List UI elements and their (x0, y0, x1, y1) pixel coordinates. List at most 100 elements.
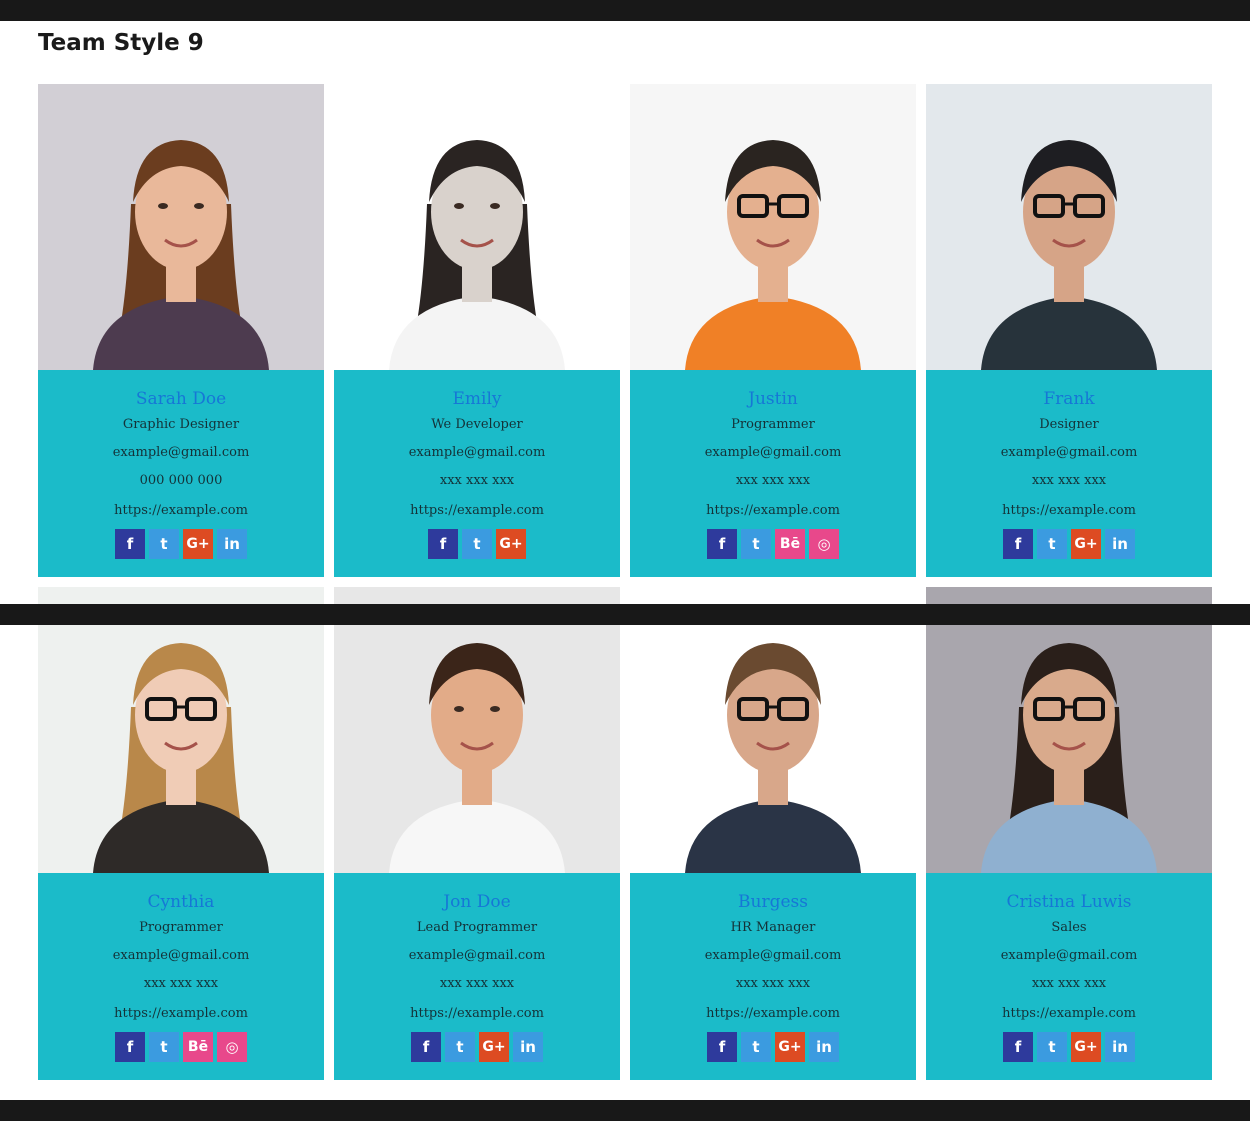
member-photo (630, 84, 916, 370)
linkedin-icon[interactable]: in (809, 1032, 839, 1062)
social-links: f t G+ in (38, 529, 324, 559)
team-member-card: Justin Programmer example@gmail.com xxx xxx… (630, 84, 916, 577)
social-links: f t G+ in (334, 1032, 620, 1062)
dribbble-icon[interactable]: ◎ (809, 529, 839, 559)
twitter-icon[interactable]: t (462, 529, 492, 559)
member-info: Frank Designer example@gmail.com xxx xxx xx… (926, 370, 1212, 559)
member-email: example@gmail.com (1000, 445, 1138, 460)
member-role: Programmer (731, 417, 815, 432)
member-name: Frank (1043, 389, 1095, 409)
member-website: https://example.com (114, 503, 248, 518)
team-member-card: Sarah Doe Graphic Designer example@gmail.c… (38, 84, 324, 577)
google-plus-icon[interactable]: G+ (775, 1032, 805, 1062)
team-row: Cynthia Programmer example@gmail.com xxx xx… (38, 587, 1212, 1080)
bottom-bar (0, 1100, 1250, 1121)
member-email: example@gmail.com (704, 445, 842, 460)
linkedin-icon[interactable]: in (513, 1032, 543, 1062)
member-website: https://example.com (410, 1006, 544, 1021)
social-links: f t G+ in (926, 1032, 1212, 1062)
twitter-icon[interactable]: t (445, 1032, 475, 1062)
member-name: Justin (748, 389, 798, 409)
team-grid: Sarah Doe Graphic Designer example@gmail.c… (38, 84, 1212, 1090)
team-member-card: Frank Designer example@gmail.com xxx xxx xx… (926, 84, 1212, 577)
member-photo (926, 587, 1212, 873)
member-email: example@gmail.com (112, 948, 250, 963)
member-info: Jon Doe Lead Programmer example@gmail.com x… (334, 873, 620, 1062)
member-phone: xxx xxx xxx (439, 473, 515, 488)
member-phone: 000 000 000 (139, 473, 223, 488)
dribbble-icon[interactable]: ◎ (217, 1032, 247, 1062)
behance-icon[interactable]: Bē (775, 529, 805, 559)
team-member-card: Emily We Developer example@gmail.com xxx xx… (334, 84, 620, 577)
member-email: example@gmail.com (704, 948, 842, 963)
social-links: f t Bē ◎ (630, 529, 916, 559)
divider-bar (0, 604, 1250, 625)
google-plus-icon[interactable]: G+ (183, 529, 213, 559)
member-info: Sarah Doe Graphic Designer example@gmail.c… (38, 370, 324, 559)
member-name: Jon Doe (443, 892, 511, 912)
twitter-icon[interactable]: t (1037, 1032, 1067, 1062)
team-member-card: Cynthia Programmer example@gmail.com xxx xx… (38, 587, 324, 1080)
team-member-card: Jon Doe Lead Programmer example@gmail.com x… (334, 587, 620, 1080)
member-role: Graphic Designer (122, 417, 240, 432)
member-website: https://example.com (114, 1006, 248, 1021)
member-name: Sarah Doe (135, 389, 227, 409)
member-info: Justin Programmer example@gmail.com xxx xxx… (630, 370, 916, 559)
facebook-icon[interactable]: f (428, 529, 458, 559)
facebook-icon[interactable]: f (1003, 529, 1033, 559)
social-links: f t Bē ◎ (38, 1032, 324, 1062)
member-website: https://example.com (1002, 503, 1136, 518)
member-phone: xxx xxx xxx (735, 473, 811, 488)
facebook-icon[interactable]: f (115, 1032, 145, 1062)
member-photo (38, 84, 324, 370)
member-name: Burgess (738, 892, 808, 912)
member-photo (334, 587, 620, 873)
member-photo (38, 587, 324, 873)
team-member-card: Burgess HR Manager example@gmail.com xxx xx… (630, 587, 916, 1080)
member-phone: xxx xxx xxx (735, 976, 811, 991)
team-member-card: Cristina Luwis Sales example@gmail.com xxx … (926, 587, 1212, 1080)
member-email: example@gmail.com (1000, 948, 1138, 963)
linkedin-icon[interactable]: in (1105, 1032, 1135, 1062)
facebook-icon[interactable]: f (115, 529, 145, 559)
google-plus-icon[interactable]: G+ (1071, 1032, 1101, 1062)
linkedin-icon[interactable]: in (1105, 529, 1135, 559)
member-info: Burgess HR Manager example@gmail.com xxx xx… (630, 873, 916, 1062)
member-email: example@gmail.com (408, 948, 546, 963)
member-role: Sales (1051, 920, 1087, 935)
facebook-icon[interactable]: f (707, 1032, 737, 1062)
twitter-icon[interactable]: t (149, 529, 179, 559)
twitter-icon[interactable]: t (149, 1032, 179, 1062)
twitter-icon[interactable]: t (741, 1032, 771, 1062)
member-role: Designer (1039, 417, 1099, 432)
member-photo (334, 84, 620, 370)
member-info: Cynthia Programmer example@gmail.com xxx xx… (38, 873, 324, 1062)
member-name: Cynthia (147, 892, 215, 912)
google-plus-icon[interactable]: G+ (496, 529, 526, 559)
social-links: f t G+ (334, 529, 620, 559)
member-phone: xxx xxx xxx (143, 976, 219, 991)
google-plus-icon[interactable]: G+ (1071, 529, 1101, 559)
member-phone: xxx xxx xxx (439, 976, 515, 991)
google-plus-icon[interactable]: G+ (479, 1032, 509, 1062)
member-phone: xxx xxx xxx (1031, 976, 1107, 991)
member-name: Cristina Luwis (1006, 892, 1132, 912)
member-role: We Developer (431, 417, 523, 432)
facebook-icon[interactable]: f (1003, 1032, 1033, 1062)
twitter-icon[interactable]: t (1037, 529, 1067, 559)
behance-icon[interactable]: Bē (183, 1032, 213, 1062)
facebook-icon[interactable]: f (411, 1032, 441, 1062)
member-photo (630, 587, 916, 873)
member-info: Emily We Developer example@gmail.com xxx xx… (334, 370, 620, 559)
member-email: example@gmail.com (408, 445, 546, 460)
page-title: Team Style 9 (38, 30, 204, 56)
facebook-icon[interactable]: f (707, 529, 737, 559)
member-email: example@gmail.com (112, 445, 250, 460)
member-name: Emily (452, 389, 502, 409)
member-role: Programmer (139, 920, 223, 935)
member-website: https://example.com (1002, 1006, 1136, 1021)
top-bar (0, 0, 1250, 21)
twitter-icon[interactable]: t (741, 529, 771, 559)
social-links: f t G+ in (926, 529, 1212, 559)
linkedin-icon[interactable]: in (217, 529, 247, 559)
